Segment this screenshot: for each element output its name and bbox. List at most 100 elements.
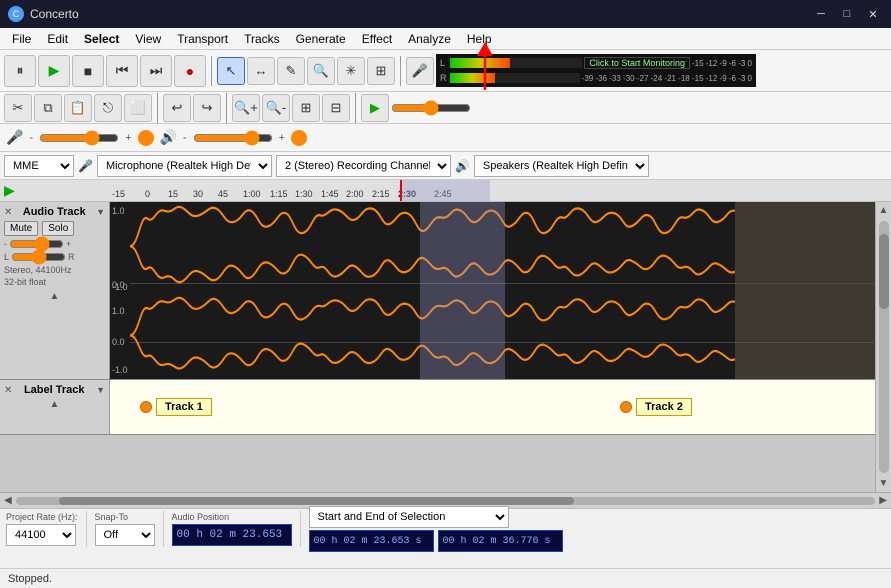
scroll-up-button[interactable]: ▲ <box>876 202 891 219</box>
play-button[interactable]: ▶ <box>38 55 70 87</box>
menu-help[interactable]: Help <box>459 30 500 48</box>
audio-track-waveform[interactable]: 1.0 0.0 -1.0 1.0 0.0 -1.0 <box>110 202 875 379</box>
timeline-selection-region <box>400 180 490 201</box>
app-icon: C <box>8 6 24 22</box>
copy-button[interactable]: ⧉ <box>34 94 62 122</box>
prev-button[interactable]: ⏮ <box>106 55 138 87</box>
timeshift-tool-button[interactable]: ✳ <box>337 57 365 85</box>
scroll-down-button[interactable]: ▼ <box>876 475 891 492</box>
speaker-plus: + <box>279 132 285 144</box>
menu-select[interactable]: Select <box>76 30 127 48</box>
selection-tool-button[interactable]: ↖ <box>217 57 245 85</box>
project-rate-label: Project Rate (Hz): <box>6 512 78 522</box>
zoom-out-button[interactable]: 🔍- <box>262 94 290 122</box>
label-track-header: ✕ Label Track ▼ ▲ <box>0 380 110 434</box>
redo-button[interactable]: ↪ <box>193 94 221 122</box>
expand-button[interactable]: ▲ <box>50 291 60 302</box>
hscroll-track[interactable] <box>16 497 876 505</box>
menu-view[interactable]: View <box>127 30 169 48</box>
label-track-content[interactable]: Track 1 Track 2 <box>110 380 875 434</box>
zoom-in-button[interactable]: 🔍+ <box>232 94 260 122</box>
multi-tool-button[interactable]: ⊞ <box>367 57 395 85</box>
menu-tracks[interactable]: Tracks <box>236 30 288 48</box>
api-select[interactable]: MME <box>4 155 74 177</box>
paste-button[interactable]: 📋 <box>64 94 92 122</box>
track-close-btn[interactable]: ✕ <box>4 207 12 218</box>
speaker-icon-button[interactable]: 🔊 <box>160 129 177 146</box>
menu-edit[interactable]: Edit <box>39 30 76 48</box>
speaker-select[interactable]: Speakers (Realtek High Definiti... <box>474 155 649 177</box>
menu-effect[interactable]: Effect <box>354 30 400 48</box>
solo-button[interactable]: Solo <box>42 221 74 236</box>
close-button[interactable]: ✕ <box>863 4 883 24</box>
input-level-knob[interactable] <box>138 130 154 146</box>
track-dropdown-btn[interactable]: ▼ <box>96 207 105 217</box>
draw-tool-button[interactable]: ✎ <box>277 57 305 85</box>
scale-bot: -1.0 <box>112 282 128 292</box>
next-button[interactable]: ⏭ <box>140 55 172 87</box>
playback-speed-slider[interactable] <box>391 102 471 114</box>
record-button[interactable]: ● <box>174 55 206 87</box>
vu-right-label: R <box>440 73 448 83</box>
label-marker-2[interactable]: Track 2 <box>620 398 692 416</box>
minimize-button[interactable]: ─ <box>811 4 831 24</box>
undo-button[interactable]: ↩ <box>163 94 191 122</box>
mic-icon-button[interactable]: 🎤 <box>6 129 23 146</box>
cut-button[interactable]: ✂ <box>4 94 32 122</box>
timeline-ruler[interactable]: ▶ -15 0 15 30 45 1:00 1:15 1:30 1:45 2:0… <box>0 180 891 202</box>
zoom-tool-button[interactable]: 🔍 <box>307 57 335 85</box>
pause-button[interactable]: ⏸ <box>4 55 36 87</box>
label-expand-button[interactable]: ▲ <box>50 399 60 410</box>
channels-select[interactable]: 2 (Stereo) Recording Channels <box>276 155 451 177</box>
fit-project-button[interactable]: ⊞ <box>292 94 320 122</box>
output-volume-slider[interactable] <box>193 132 273 144</box>
microphone-select[interactable]: Microphone (Realtek High Defini... <box>97 155 272 177</box>
empty-track-area <box>0 435 875 492</box>
scroll-thumb[interactable] <box>879 234 889 310</box>
trim-button[interactable]: ⎋ <box>94 94 122 122</box>
label-dropdown-btn[interactable]: ▼ <box>96 385 105 395</box>
vertical-scrollbar[interactable]: ▲ ▼ <box>875 202 891 492</box>
play-at-speed-button[interactable]: ▶ <box>361 94 389 122</box>
vu-monitor-label[interactable]: Click to Start Monitoring <box>584 57 690 69</box>
input-volume-slider[interactable] <box>39 132 119 144</box>
hscroll-right-btn[interactable]: ▶ <box>879 495 887 506</box>
snap-to-group: Snap-To Off <box>95 512 155 546</box>
input-monitor-button[interactable]: 🎤 <box>406 57 434 85</box>
menu-transport[interactable]: Transport <box>169 30 236 48</box>
tl-30: 30 <box>193 189 203 199</box>
label-track: ✕ Label Track ▼ ▲ Track 1 Track 2 <box>0 380 875 435</box>
gain-minus: - <box>4 239 7 249</box>
label-close-btn[interactable]: ✕ <box>4 385 12 396</box>
menu-analyze[interactable]: Analyze <box>400 30 459 48</box>
vu-right-bar <box>450 73 495 83</box>
timeline-cursor <box>400 180 402 201</box>
label-text-1[interactable]: Track 1 <box>156 398 212 416</box>
gain-slider[interactable] <box>9 239 64 249</box>
hscroll-thumb[interactable] <box>59 497 575 505</box>
pan-left-label: L <box>4 252 9 262</box>
label-marker-1[interactable]: Track 1 <box>140 398 212 416</box>
envelope-tool-button[interactable]: ↔ <box>247 57 275 85</box>
selection-end-input[interactable] <box>438 530 563 552</box>
hscroll-left-btn[interactable]: ◀ <box>4 495 12 506</box>
output-level-knob[interactable] <box>291 130 307 146</box>
silence-button[interactable]: ⬜ <box>124 94 152 122</box>
project-rate-select[interactable]: 44100 <box>6 524 76 546</box>
label-text-2[interactable]: Track 2 <box>636 398 692 416</box>
selection-start-input[interactable] <box>309 530 434 552</box>
selection-type-select[interactable]: Start and End of Selection <box>309 506 509 528</box>
maximize-button[interactable]: □ <box>837 4 857 24</box>
vu-scale-right: -15 -12 -9 -6 -3 0 <box>692 59 752 68</box>
audio-position-input[interactable] <box>172 524 292 546</box>
stop-button[interactable]: ■ <box>72 55 104 87</box>
device-bar: MME 🎤 Microphone (Realtek High Defini...… <box>0 152 891 180</box>
menu-generate[interactable]: Generate <box>288 30 354 48</box>
scroll-track[interactable] <box>879 221 889 473</box>
zoom-sel-button[interactable]: ⊟ <box>322 94 350 122</box>
mute-button[interactable]: Mute <box>4 221 38 236</box>
menu-file[interactable]: File <box>4 30 39 48</box>
pan-slider[interactable] <box>11 252 66 262</box>
track-title-row: ✕ Audio Track ▼ <box>4 206 105 218</box>
snap-to-select[interactable]: Off <box>95 524 155 546</box>
